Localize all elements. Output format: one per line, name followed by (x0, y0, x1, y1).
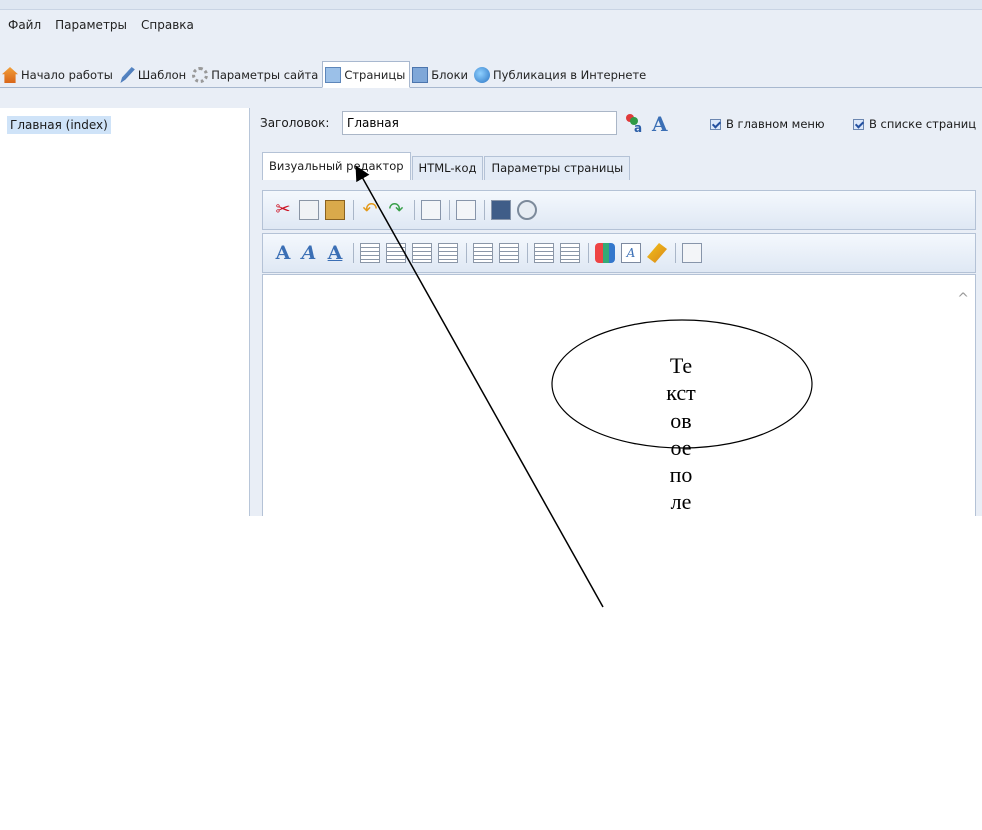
title-strip (0, 0, 982, 10)
svg-text:A: A (651, 112, 668, 134)
tab-html-code[interactable]: HTML-код (411, 156, 484, 180)
app-window: Файл Параметры Справка Начало работы Шаб… (0, 0, 982, 516)
italic-font-icon[interactable]: A (299, 243, 319, 263)
checkbox-checked-icon (853, 118, 864, 130)
document-icon[interactable] (682, 243, 702, 263)
toolbar-separator (449, 200, 450, 220)
align-center-icon[interactable] (386, 243, 406, 263)
title-label: Заголовок: (260, 116, 330, 130)
align-left-icon[interactable] (360, 243, 380, 263)
align-justify-icon[interactable] (438, 243, 458, 263)
title-input[interactable] (342, 111, 617, 135)
text-color-icon[interactable]: a (624, 112, 646, 134)
scroll-up-icon[interactable]: ^ (957, 291, 969, 307)
text-style-icon[interactable]: A (621, 243, 641, 263)
toolbar-separator (588, 243, 589, 263)
main-menu-checkbox[interactable]: В главном меню (710, 117, 825, 131)
pages-list: Главная (index) (0, 108, 250, 516)
print-icon[interactable] (421, 200, 441, 220)
blocks-icon (412, 67, 429, 83)
tab-label: Блоки (431, 68, 468, 82)
globe-icon (474, 67, 490, 83)
cut-icon[interactable]: ✂ (273, 200, 293, 220)
numbered-list-icon[interactable] (473, 243, 493, 263)
tab-getting-started[interactable]: Начало работы (0, 63, 117, 87)
underline-font-icon[interactable]: A (325, 243, 345, 263)
tab-site-settings[interactable]: Параметры сайта (190, 63, 322, 87)
align-right-icon[interactable] (412, 243, 432, 263)
insert-image-icon[interactable] (491, 200, 511, 220)
font-icon[interactable]: A (273, 243, 293, 263)
page-list-item[interactable]: Главная (index) (7, 116, 111, 134)
clean-format-icon[interactable] (647, 243, 667, 263)
tab-publish[interactable]: Публикация в Интернете (472, 63, 650, 87)
tab-label: Начало работы (21, 68, 113, 82)
toolbar-edit: ✂ ↶ ↷ (262, 190, 976, 230)
tab-pages[interactable]: Страницы (322, 61, 411, 88)
tab-label: Параметры сайта (211, 68, 319, 82)
toolbar-separator (484, 200, 485, 220)
svg-text:a: a (634, 121, 642, 134)
tab-label: Публикация в Интернете (493, 68, 647, 82)
checkbox-label: В главном меню (726, 117, 825, 131)
tab-visual-editor[interactable]: Визуальный редактор (262, 152, 411, 180)
outdent-icon[interactable] (534, 243, 554, 263)
annotation-text: Текстовое поле (666, 353, 696, 515)
menu-file[interactable]: Файл (8, 18, 41, 32)
brush-icon (120, 67, 135, 83)
tab-label: Шаблон (137, 68, 187, 82)
toolbar-separator (466, 243, 467, 263)
bullet-list-icon[interactable] (499, 243, 519, 263)
toolbar-separator (353, 200, 354, 220)
gear-icon (192, 67, 209, 83)
menu-bar: Файл Параметры Справка (0, 12, 200, 38)
indent-icon[interactable] (560, 243, 580, 263)
external-link-icon[interactable] (456, 200, 476, 220)
paste-icon[interactable] (325, 200, 345, 220)
toolbar-separator (675, 243, 676, 263)
tab-label: Страницы (344, 67, 406, 82)
page-editor-panel: Заголовок: a A В главном меню В списке с… (256, 108, 982, 516)
undo-icon[interactable]: ↶ (360, 200, 380, 220)
main-tabs: Начало работы Шаблон Параметры сайта Стр… (0, 60, 982, 88)
pages-icon (325, 66, 342, 83)
menu-help[interactable]: Справка (141, 18, 194, 32)
toolbar-separator (414, 200, 415, 220)
tab-page-settings[interactable]: Параметры страницы (484, 156, 631, 180)
checkbox-checked-icon (710, 118, 721, 130)
text-color-icon[interactable] (595, 243, 615, 263)
tab-template[interactable]: Шаблон (117, 63, 190, 87)
home-icon (2, 67, 18, 83)
editor-tabs: Визуальный редактор HTML-код Параметры с… (262, 152, 631, 180)
editor-area[interactable]: ^ (262, 274, 976, 516)
toolbar-separator (353, 243, 354, 263)
redo-icon[interactable]: ↷ (386, 200, 406, 220)
checkbox-label: В списке страниц (869, 117, 977, 131)
menu-parameters[interactable]: Параметры (55, 18, 127, 32)
toolbar-separator (527, 243, 528, 263)
font-icon[interactable]: A (650, 112, 672, 134)
page-list-checkbox[interactable]: В списке страниц (853, 117, 976, 131)
tab-blocks[interactable]: Блоки (410, 63, 472, 87)
copy-icon[interactable] (299, 200, 319, 220)
insert-object-icon[interactable] (517, 200, 537, 220)
toolbar-format: A A A A (262, 233, 976, 273)
